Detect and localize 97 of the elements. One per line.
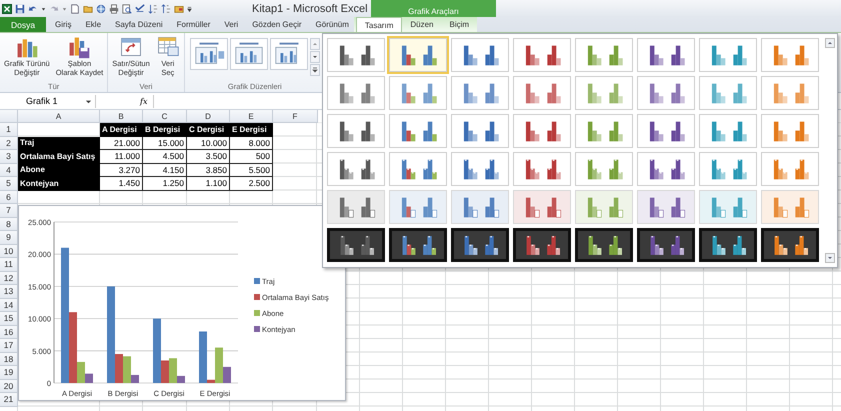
chart-layout-option[interactable] xyxy=(230,38,268,70)
row-header[interactable]: 9 xyxy=(0,231,18,244)
chart-layout-option[interactable] xyxy=(270,38,308,70)
chart-style-option[interactable] xyxy=(761,228,819,262)
chart-layout-option[interactable] xyxy=(190,38,228,70)
column-header[interactable]: F xyxy=(273,110,318,123)
row-header[interactable]: 13 xyxy=(0,285,18,298)
table-cell: 2.500 xyxy=(230,177,273,190)
table-cell: 8.000 xyxy=(230,136,273,150)
table-cell: 3.850 xyxy=(187,164,230,177)
table-cell: A Dergisi xyxy=(100,123,143,136)
insert-function-button[interactable]: fx xyxy=(138,96,150,106)
row-header[interactable]: 1 xyxy=(0,123,18,136)
row-header[interactable]: 5 xyxy=(0,177,18,190)
folder-icon[interactable] xyxy=(174,4,184,14)
scroll-up-icon[interactable] xyxy=(825,38,835,48)
row-header[interactable]: 6 xyxy=(0,190,18,204)
table-cell: 5.500 xyxy=(230,164,273,177)
chart-style-option[interactable] xyxy=(575,228,633,262)
ribbon-tab[interactable]: Ekle xyxy=(80,17,106,32)
chart-style-option[interactable] xyxy=(513,228,571,262)
chart-style-option[interactable] xyxy=(389,228,447,262)
excel-logo-icon[interactable] xyxy=(2,4,12,14)
row-header[interactable]: 4 xyxy=(0,164,18,177)
row-header[interactable]: 11 xyxy=(0,258,18,272)
table-icon xyxy=(156,35,180,59)
table-cell: 1.250 xyxy=(143,177,187,190)
ribbon-tab[interactable]: Formüller xyxy=(172,17,216,32)
row-header[interactable]: 2 xyxy=(0,136,18,150)
table-cell: 10.000 xyxy=(187,136,230,150)
row-header[interactable]: 3 xyxy=(0,150,18,164)
file-tab[interactable]: Dosya xyxy=(0,17,46,32)
ribbon-tab[interactable]: Tasarım xyxy=(356,17,402,32)
chart-template-icon xyxy=(67,35,92,59)
table-cell: 1.450 xyxy=(100,177,143,190)
scroll-down-icon[interactable] xyxy=(310,51,320,63)
table-cell: Ortalama Bayi Satış xyxy=(18,150,100,164)
row-header[interactable]: 19 xyxy=(0,366,18,380)
scroll-down-icon[interactable] xyxy=(825,253,835,263)
table-cell: 500 xyxy=(230,150,273,164)
table-cell: Abone xyxy=(18,164,100,177)
table-cell: 1.100 xyxy=(187,177,230,190)
table-cell: 11.000 xyxy=(100,150,143,164)
ribbon-tab[interactable]: Sayfa Düzeni xyxy=(110,17,168,32)
table-cell: Traj xyxy=(18,136,100,150)
column-header[interactable]: D xyxy=(187,110,230,123)
column-header[interactable]: B xyxy=(100,110,143,123)
column-header[interactable]: E xyxy=(230,110,273,123)
table-cell: C Dergisi xyxy=(187,123,230,136)
undo-icon[interactable] xyxy=(28,4,38,14)
chart-style-option[interactable] xyxy=(699,228,757,262)
row-header[interactable]: 12 xyxy=(0,272,18,285)
ribbon-tab[interactable]: Biçim xyxy=(441,17,478,32)
row-header[interactable]: 21 xyxy=(0,393,18,406)
caret-icon xyxy=(85,98,92,104)
ribbon-tab[interactable]: Düzen xyxy=(402,17,442,32)
table-cell: 4.500 xyxy=(143,150,187,164)
table-cell: B Dergisi xyxy=(143,123,187,136)
chart-style-option[interactable] xyxy=(451,228,509,262)
table-cell: Kontejyan xyxy=(18,177,100,190)
switch-rows-columns-icon xyxy=(119,35,144,59)
print-icon[interactable] xyxy=(109,4,119,14)
new-document-icon[interactable] xyxy=(70,4,80,14)
row-header[interactable]: 14 xyxy=(0,298,18,312)
ribbon-tab[interactable]: Görünüm xyxy=(310,17,354,32)
print-preview-icon[interactable] xyxy=(122,4,132,14)
name-box[interactable]: Grafik 1 xyxy=(0,94,96,108)
context-tab-header: Grafik Araçları xyxy=(371,0,496,17)
row-header[interactable]: 15 xyxy=(0,312,18,326)
ribbon-tab[interactable]: Giriş xyxy=(50,17,76,32)
table-cell: 15.000 xyxy=(143,136,187,150)
table-cell: 4.150 xyxy=(143,164,187,177)
row-header[interactable]: 8 xyxy=(0,218,18,231)
save-icon[interactable] xyxy=(15,4,25,14)
chart-style-option[interactable] xyxy=(327,228,385,262)
row-header[interactable]: 16 xyxy=(0,326,18,339)
table-cell: 21.000 xyxy=(100,136,143,150)
table-cell: 3.500 xyxy=(187,150,230,164)
row-header[interactable]: 10 xyxy=(0,244,18,258)
sort-descending-icon[interactable] xyxy=(161,4,171,14)
sort-ascending-icon[interactable] xyxy=(148,4,158,14)
row-header[interactable]: 7 xyxy=(0,204,18,218)
spell-check-icon[interactable] xyxy=(135,4,145,14)
table-cell: E Dergisi xyxy=(230,123,273,136)
window-title: Kitap1 - Microsoft Excel xyxy=(252,2,368,14)
expand-gallery-icon[interactable] xyxy=(310,64,320,76)
row-header[interactable]: 18 xyxy=(0,352,18,366)
ribbon-tab[interactable]: Veri xyxy=(219,17,244,32)
globe-icon[interactable] xyxy=(96,4,106,14)
chart-style-option[interactable] xyxy=(637,228,695,262)
ribbon-tab[interactable]: Gözden Geçir xyxy=(247,17,307,32)
column-header[interactable]: A xyxy=(18,110,100,123)
row-header[interactable]: 17 xyxy=(0,339,18,352)
row-header[interactable]: 20 xyxy=(0,380,18,393)
table-cell: 3.270 xyxy=(100,164,143,177)
column-header[interactable]: C xyxy=(143,110,187,123)
folder-icon[interactable] xyxy=(83,4,93,14)
